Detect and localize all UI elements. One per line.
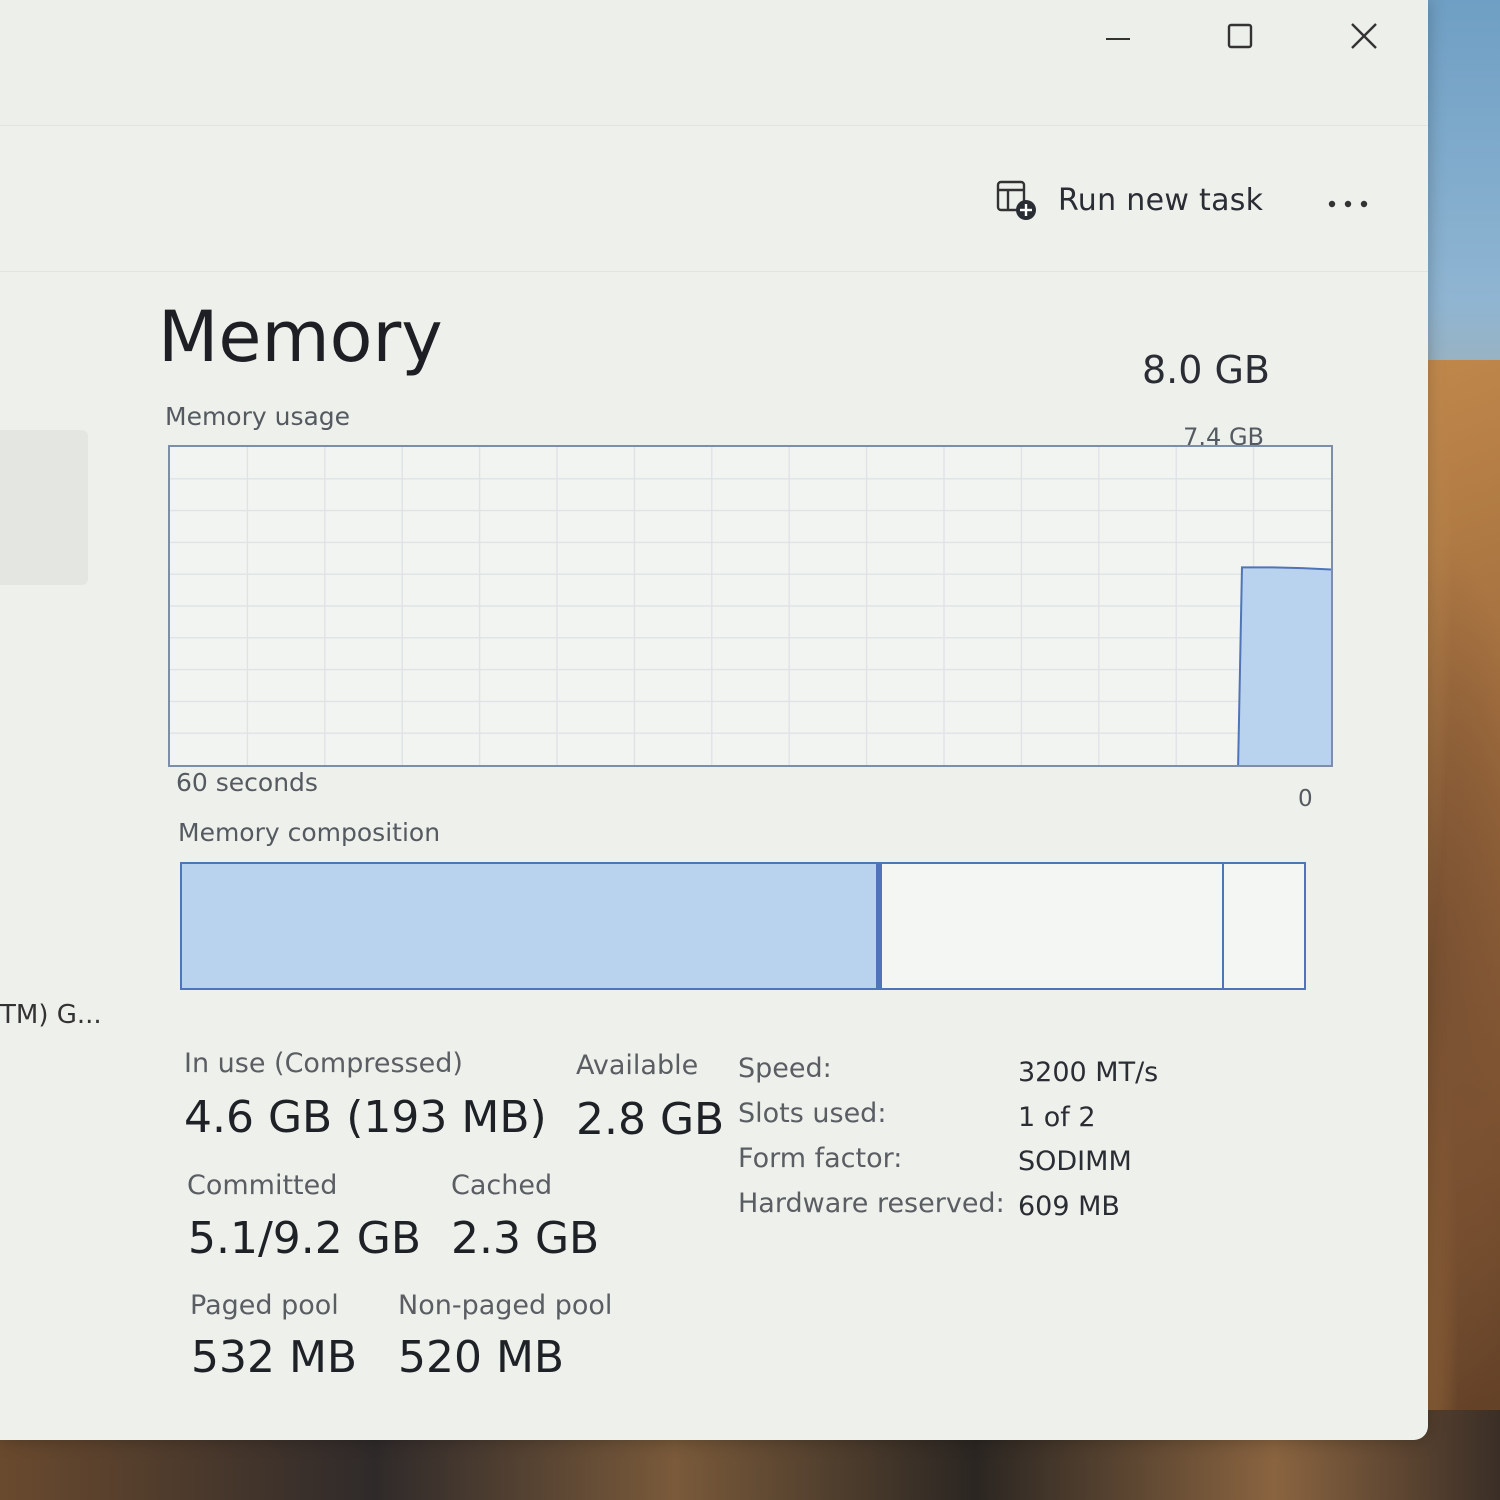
in-use-label: In use (Compressed): [184, 1048, 463, 1079]
speed-label: Speed:: [738, 1053, 832, 1084]
hardware-reserved-label: Hardware reserved:: [738, 1188, 1005, 1219]
paged-pool-label: Paged pool: [190, 1290, 339, 1321]
cached-value: 2.3 GB: [451, 1213, 600, 1264]
speed-value: 3200 MT/s: [1018, 1057, 1159, 1088]
nonpaged-pool-value: 520 MB: [398, 1332, 565, 1383]
task-manager-window: Run new task TM) G... Memory 8.0 GB Memo…: [0, 0, 1428, 1440]
form-factor-label: Form factor:: [738, 1143, 903, 1174]
close-button[interactable]: [1334, 12, 1394, 60]
run-new-task-button[interactable]: Run new task: [992, 170, 1263, 230]
paged-pool-value: 532 MB: [191, 1332, 358, 1383]
form-factor-value: SODIMM: [1018, 1146, 1132, 1177]
page-title: Memory: [158, 296, 443, 378]
minimize-icon: [1106, 38, 1130, 40]
maximize-icon: [1227, 23, 1253, 49]
nonpaged-pool-label: Non-paged pool: [398, 1290, 613, 1321]
cached-label: Cached: [451, 1170, 553, 1201]
memory-composition-label: Memory composition: [178, 818, 441, 847]
sidebar-item[interactable]: [0, 430, 88, 585]
hardware-reserved-value: 609 MB: [1018, 1191, 1120, 1222]
composition-segment-in-use: [182, 864, 878, 988]
minimize-button[interactable]: [1088, 12, 1148, 60]
total-memory: 8.0 GB: [1141, 348, 1270, 392]
composition-segment-standby: [882, 864, 1225, 988]
more-options-button[interactable]: [1318, 180, 1382, 228]
slots-used-value: 1 of 2: [1018, 1102, 1096, 1133]
memory-usage-chart: [168, 445, 1333, 767]
composition-segment-free: [1224, 864, 1304, 988]
axis-zero-label: 0: [1298, 786, 1313, 812]
committed-value: 5.1/9.2 GB: [188, 1213, 422, 1264]
usage-area: [1238, 567, 1331, 765]
memory-usage-label: Memory usage: [165, 402, 351, 431]
in-use-value: 4.6 GB (193 MB): [184, 1092, 547, 1143]
maximize-button[interactable]: [1210, 12, 1270, 60]
title-bar: [0, 0, 1428, 125]
more-horizontal-icon: [1328, 200, 1368, 208]
run-new-task-label: Run new task: [1058, 182, 1264, 218]
memory-composition-bar: [180, 862, 1306, 990]
sidebar-item-partial-label[interactable]: TM) G...: [0, 1000, 102, 1030]
time-axis-label: 60 seconds: [176, 768, 318, 797]
available-label: Available: [576, 1050, 699, 1081]
close-icon: [1351, 23, 1377, 49]
committed-label: Committed: [187, 1170, 338, 1201]
run-task-icon: [996, 180, 1036, 220]
memory-usage-plot: [170, 447, 1331, 765]
slots-used-label: Slots used:: [738, 1098, 887, 1129]
available-value: 2.8 GB: [576, 1094, 725, 1145]
